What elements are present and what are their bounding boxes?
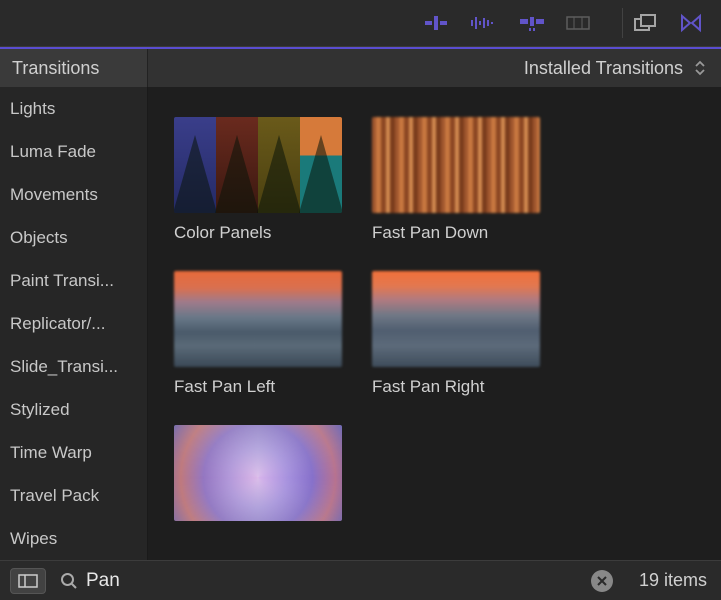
transition-tile[interactable] [174,425,344,531]
close-icon [597,576,607,586]
sidebar-item[interactable]: Time Warp [0,431,147,474]
sidebar-item[interactable]: Paint Transi... [0,259,147,302]
search-input[interactable] [86,570,591,592]
sidebar-item[interactable]: Movements [0,173,147,216]
share-window-icon[interactable] [631,11,659,35]
layout-icon [18,574,38,588]
sidebar-item[interactable]: Luma Fade [0,130,147,173]
sidebar-item[interactable]: Objects [0,216,147,259]
audio-waveform-icon[interactable] [468,11,496,35]
search-field-wrap [60,570,625,592]
transition-label: Fast Pan Left [174,377,344,397]
filter-dropdown[interactable]: Installed Transitions [148,49,721,87]
transition-label: Fast Pan Down [372,223,542,243]
transition-thumbnail [174,117,342,213]
chevron-updown-icon [693,59,707,77]
transitions-grid-area: Color Panels Fast Pan Down Fast Pan Left Fa… [148,87,721,560]
comparison-icon[interactable] [677,11,705,35]
transition-thumbnail [372,271,540,367]
clear-search-button[interactable] [591,570,613,592]
clip-trim-icon[interactable] [422,11,450,35]
layout-toggle-button[interactable] [10,568,46,594]
sidebar-item[interactable]: Slide_Transi... [0,345,147,388]
main-area: LightsLuma FadeMovementsObjectsPaint Tra… [0,87,721,560]
sidebar-item[interactable]: Travel Pack [0,474,147,517]
transition-thumbnail [174,271,342,367]
item-count-label: 19 items [639,570,707,591]
top-toolbar [0,0,721,47]
category-sidebar: LightsLuma FadeMovementsObjectsPaint Tra… [0,87,148,560]
toolbar-group-right2 [631,11,705,35]
sidebar-item[interactable]: Wipes [0,517,147,560]
transition-thumbnail [174,425,342,521]
footer-bar: 19 items [0,560,721,600]
section-title: Transitions [12,58,99,79]
sidebar-item[interactable]: Replicator/... [0,302,147,345]
transition-label: Color Panels [174,223,344,243]
browser-header: Transitions Installed Transitions [0,47,721,87]
section-title-cell: Transitions [0,49,148,87]
transition-tile[interactable]: Fast Pan Left [174,271,344,397]
toolbar-separator [622,8,623,38]
search-icon [60,572,78,590]
toolbar-group-center [422,11,496,35]
transition-tile[interactable]: Fast Pan Right [372,271,542,397]
transition-tile[interactable]: Color Panels [174,117,344,243]
transition-label: Fast Pan Right [372,377,542,397]
sidebar-item[interactable]: Lights [0,87,147,130]
transition-browser-icon[interactable] [518,11,546,35]
transition-thumbnail [372,117,540,213]
sidebar-item[interactable]: Stylized [0,388,147,431]
toolbar-group-right1 [518,11,592,35]
transition-tile[interactable]: Fast Pan Down [372,117,542,243]
transitions-grid: Color Panels Fast Pan Down Fast Pan Left Fa… [174,117,701,531]
filter-dropdown-label: Installed Transitions [524,58,683,79]
filmstrip-icon[interactable] [564,11,592,35]
